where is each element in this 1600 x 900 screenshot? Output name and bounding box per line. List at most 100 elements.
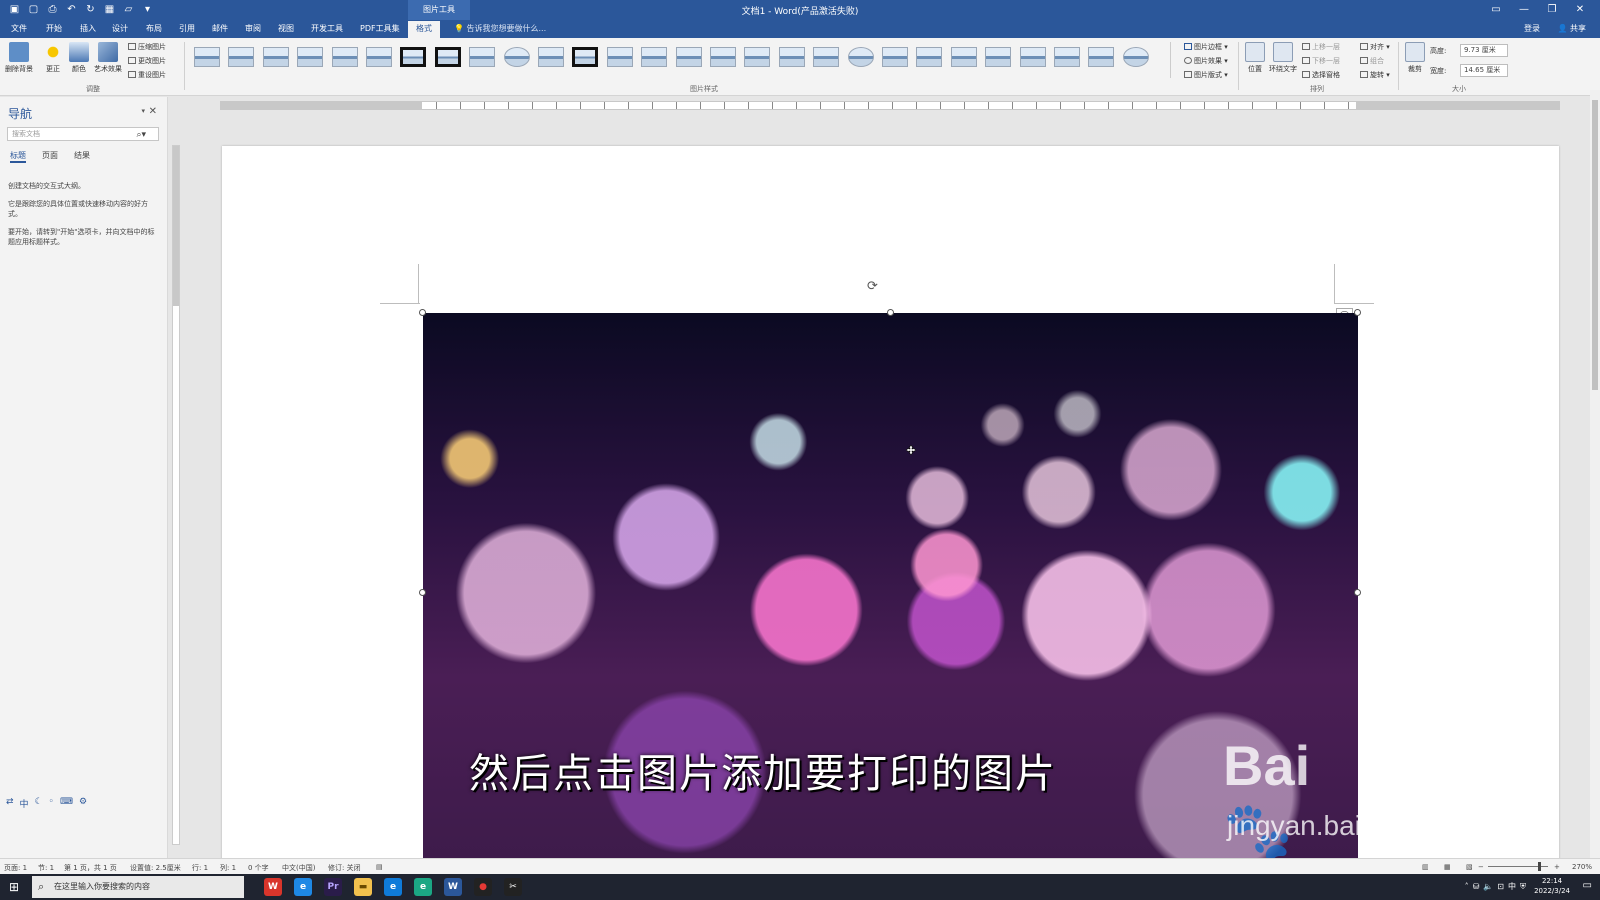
search-icon[interactable]: ⌕▾ [136,129,146,141]
picture-style-thumbnail[interactable] [297,47,324,67]
zoom-in-button[interactable]: + [1554,863,1560,871]
table-icon[interactable]: ▦ [103,3,116,16]
tab-references[interactable]: 引用 [179,23,195,34]
recorder-app-icon[interactable]: ● [474,878,492,896]
moon-icon[interactable]: ☾ [35,797,43,810]
zoom-out-button[interactable]: − [1478,863,1484,871]
selected-picture[interactable]: 然后点击图片添加要打印的图片 Bai🐾du 经验 jingyan.baidu.c… [423,313,1358,858]
picture-style-thumbnail[interactable] [366,47,392,67]
status-language[interactable]: 中文(中国) [282,863,315,873]
tab-view[interactable]: 视图 [278,23,294,34]
picture-style-thumbnail[interactable] [400,47,427,67]
picture-style-thumbnail[interactable] [1019,47,1046,67]
picture-style-thumbnail[interactable] [641,47,668,67]
tab-headings[interactable]: 标题 [10,150,26,163]
color-button[interactable]: 颜色 [64,42,94,74]
tab-mailings[interactable]: 邮件 [212,23,228,34]
print-preview-icon[interactable]: ⎙ [46,3,59,16]
crop-button[interactable]: 裁剪 [1400,42,1430,74]
tab-file[interactable]: 文件 [11,23,27,34]
status-word-count[interactable]: 0 个字 [248,863,269,873]
artistic-effects-button[interactable]: 艺术效果 [93,42,123,74]
picture-style-thumbnail[interactable] [503,47,530,67]
compress-pictures-button[interactable]: 压缩图片 [128,42,166,52]
send-backward-button[interactable]: 下移一层 [1302,56,1340,66]
status-position[interactable]: 设置值: 2.5厘米 [130,863,181,873]
status-page-count[interactable]: 第 1 页，共 1 页 [64,863,117,873]
vertical-scrollbar[interactable] [1590,90,1600,858]
network-icon[interactable]: ⊡ [1497,882,1508,891]
picture-layout-button[interactable]: 图片版式 ▾ [1184,70,1228,80]
zoom-level[interactable]: 270% [1572,863,1592,871]
picture-border-button[interactable]: 图片边框 ▾ [1184,42,1228,52]
height-field[interactable]: 9.73 厘米 [1460,44,1508,57]
edge-dev-app-icon[interactable]: e [414,878,432,896]
punctuation-icon[interactable]: ◦ [49,797,54,810]
close-icon[interactable]: ✕ [149,106,157,117]
picture-effects-button[interactable]: 图片效果 ▾ [1184,56,1228,66]
word-app-icon[interactable]: W [444,878,462,896]
bring-forward-button[interactable]: 上移一层 [1302,42,1340,52]
picture-style-thumbnail[interactable] [710,47,736,67]
navigation-search-input[interactable]: 搜索文档 ⌕▾ [7,127,159,141]
web-layout-icon[interactable]: ▧ [1466,863,1473,871]
tab-insert[interactable]: 插入 [80,23,96,34]
customize-icon[interactable]: ▾ [141,3,154,16]
resize-handle-top-left[interactable] [419,309,426,316]
picture-style-thumbnail[interactable] [813,47,840,67]
picture-style-thumbnail[interactable] [331,47,358,67]
remove-background-button[interactable]: 删除背景 [4,42,34,74]
wrap-text-button[interactable]: 环绕文字 [1268,42,1298,74]
picture-style-thumbnail[interactable] [434,47,461,67]
picture-style-thumbnail[interactable] [1054,47,1080,67]
zoom-slider-thumb[interactable] [1538,862,1541,871]
reset-picture-button[interactable]: 重设图片 [128,70,166,80]
tray-app-icon[interactable]: ⛁ [1473,882,1484,891]
tab-review[interactable]: 审阅 [245,23,261,34]
position-button[interactable]: 位置 [1240,42,1270,74]
tab-pages[interactable]: 页面 [42,150,58,163]
file-explorer-icon[interactable]: ▬ [354,878,372,896]
resize-handle-left[interactable] [419,589,426,596]
picture-style-thumbnail[interactable] [675,47,702,67]
picture-style-thumbnail[interactable] [985,47,1012,67]
tab-developer[interactable]: 开发工具 [311,23,343,34]
tell-me-search[interactable]: 💡 告诉我您想要做什么... [454,23,546,34]
resize-handle-top-right[interactable] [1354,309,1361,316]
windows-start-icon[interactable]: ⊞ [6,879,22,895]
ribbon-display-icon[interactable]: ▭ [1482,0,1510,20]
group-button[interactable]: 组合 [1360,56,1384,66]
redo-icon[interactable]: ↻ [84,3,97,16]
tab-format[interactable]: 格式 [408,21,440,38]
restore-button[interactable]: ❐ [1538,0,1566,20]
rotate-handle-icon[interactable]: ⟳ [867,279,878,294]
picture-style-thumbnail[interactable] [194,47,220,67]
resize-handle-right[interactable] [1354,589,1361,596]
selection-pane-button[interactable]: 选择窗格 [1302,70,1340,80]
status-line[interactable]: 行: 1 [192,863,208,873]
scrollbar-thumb[interactable] [1592,100,1598,390]
gear-icon[interactable]: ⚙ [79,797,87,810]
capcut-app-icon[interactable]: ✂ [504,878,522,896]
status-section[interactable]: 节: 1 [38,863,54,873]
picture-style-thumbnail[interactable] [1088,47,1115,67]
share-button[interactable]: 👤 共享 [1557,23,1586,34]
picture-style-thumbnail[interactable] [228,47,255,67]
new-doc-icon[interactable]: ▢ [27,3,40,16]
minimize-button[interactable]: — [1510,0,1538,20]
picture-style-thumbnail[interactable] [606,47,633,67]
status-track-changes[interactable]: 修订: 关闭 [328,863,361,873]
width-field[interactable]: 14.65 厘米 [1460,64,1508,77]
tab-layout[interactable]: 布局 [146,23,162,34]
picture-style-thumbnail[interactable] [847,47,874,67]
rotate-button[interactable]: 旋转 ▾ [1360,70,1390,80]
save-icon[interactable]: ▣ [8,3,21,16]
picture-style-thumbnail[interactable] [950,47,977,67]
volume-icon[interactable]: 🔈 [1483,882,1497,891]
picture-style-thumbnail[interactable] [262,47,289,67]
chevron-down-icon[interactable]: ▾ [141,107,145,115]
open-icon[interactable]: ▱ [122,3,135,16]
picture-style-thumbnail[interactable] [882,47,908,67]
read-mode-icon[interactable]: ▥ [1422,863,1429,871]
align-button[interactable]: 对齐 ▾ [1360,42,1390,52]
